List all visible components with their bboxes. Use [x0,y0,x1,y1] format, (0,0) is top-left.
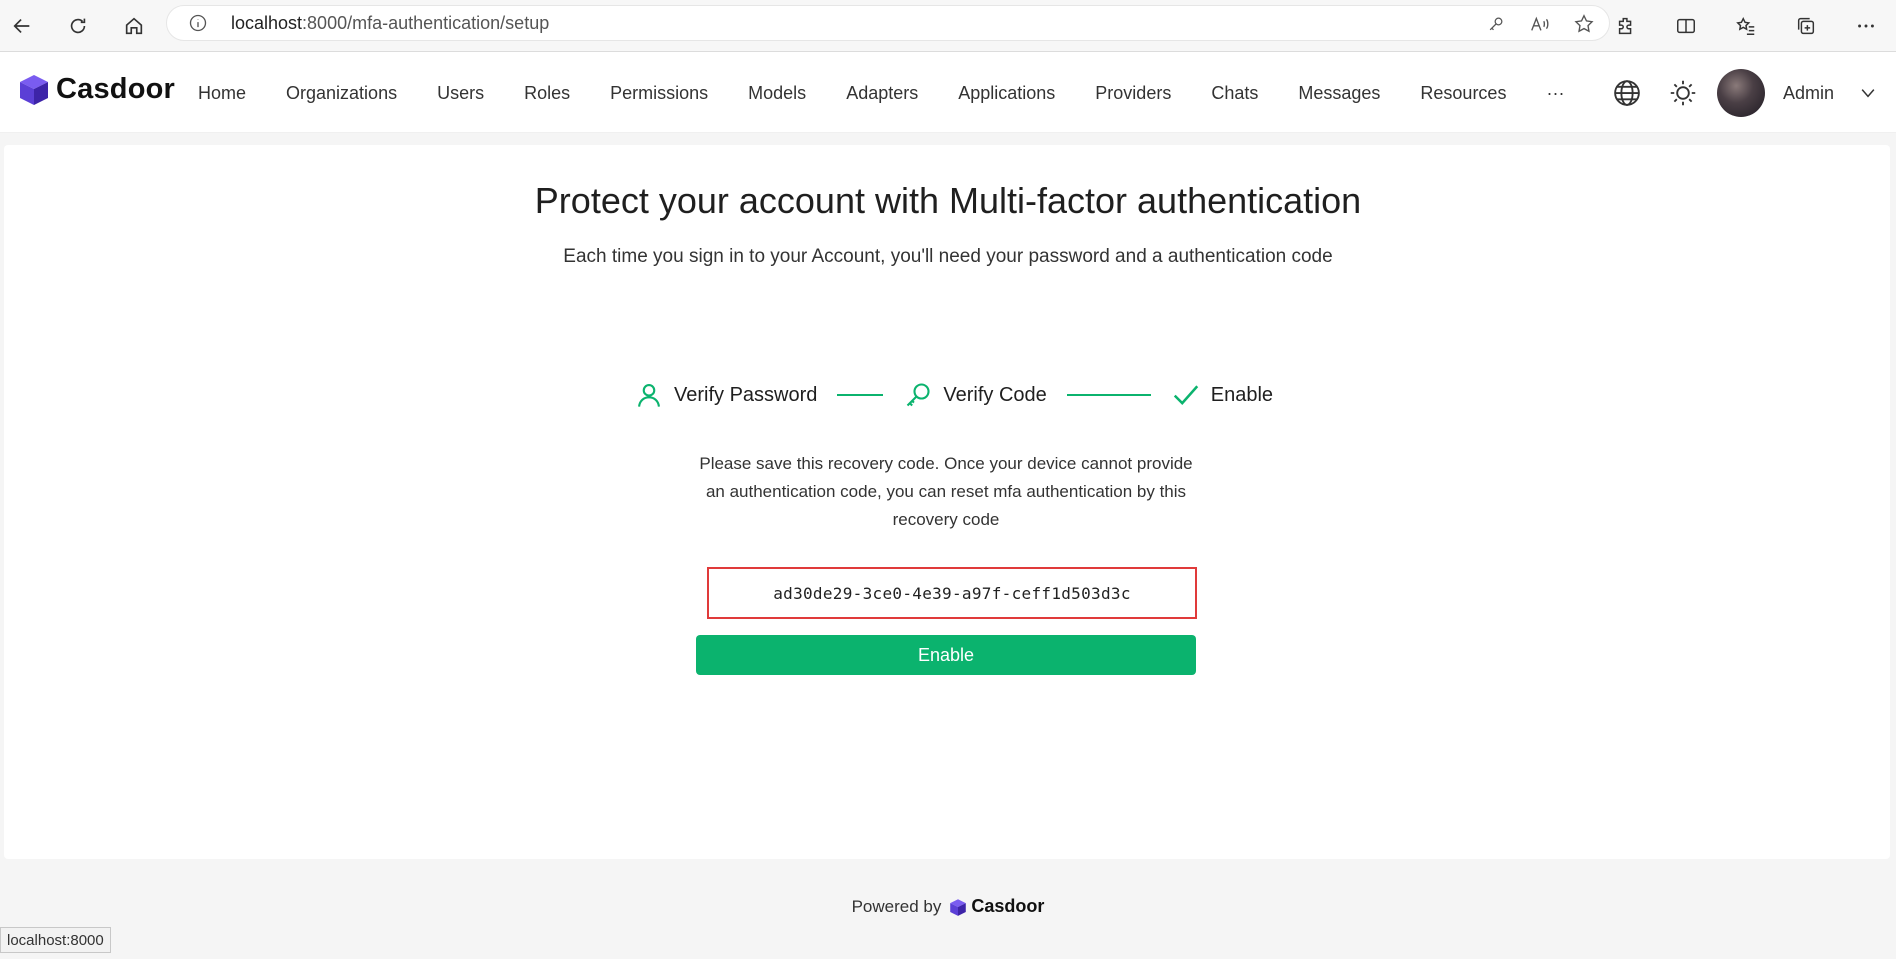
menu-item-providers[interactable]: Providers [1075,83,1191,104]
key-icon [903,380,933,410]
status-bar-url: localhost:8000 [0,927,111,953]
menu-item-home[interactable]: Home [178,83,266,104]
url-host: localhost [231,12,303,33]
chevron-down-icon[interactable] [1856,81,1880,105]
url-path: :8000/mfa-authentication/setup [302,12,550,33]
menu-item-adapters[interactable]: Adapters [826,83,938,104]
recovery-notice: Please save this recovery code. Once you… [699,454,1193,529]
page-title: Protect your account with Multi-factor a… [534,180,1362,221]
step-connector [837,394,884,396]
avatar[interactable] [1716,69,1765,117]
split-screen-icon[interactable] [1666,6,1706,46]
more-options-icon[interactable] [1846,6,1886,46]
theme-sun-icon[interactable] [1663,73,1703,113]
check-icon [1171,380,1201,410]
step-enable: Enable [1171,380,1273,410]
recovery-code[interactable]: ad30de29-3ce0-4e39-a97f-ceff1d503d3c [773,584,1131,603]
step-label: Verify Code [943,383,1047,406]
info-icon[interactable] [187,12,209,34]
recovery-code-box: ad30de29-3ce0-4e39-a97f-ceff1d503d3c [707,567,1197,619]
language-globe-icon[interactable] [1607,73,1647,113]
page-subtitle: Each time you sign in to your Account, y… [563,246,1333,267]
address-bar[interactable]: localhost:8000/mfa-authentication/setup [166,5,1610,41]
step-connector [1066,394,1151,396]
menu-item-resources[interactable]: Resources [1400,83,1526,104]
menu-item-organizations[interactable]: Organizations [266,83,417,104]
home-icon[interactable] [114,6,154,46]
user-icon [634,380,664,410]
main-menu: Home Organizations Users Roles Permissio… [178,53,1584,133]
step-label: Enable [1210,383,1274,406]
menu-item-chats[interactable]: Chats [1191,83,1278,104]
casdoor-cube-icon [20,75,48,105]
menu-item-messages[interactable]: Messages [1278,83,1400,104]
step-label: Verify Password [674,383,818,406]
favorites-icon[interactable] [1726,6,1766,46]
menu-item-applications[interactable]: Applications [938,83,1075,104]
key-icon[interactable] [1485,13,1507,35]
app-header: Casdoor Home Organizations Users Roles P… [0,53,1896,133]
footer: Powered by Casdoor [0,896,1896,917]
favorite-star-icon[interactable] [1573,13,1595,35]
footer-brand-name: Casdoor [971,896,1045,916]
read-aloud-icon[interactable] [1529,13,1551,35]
menu-item-roles[interactable]: Roles [504,83,590,104]
footer-logo[interactable]: Casdoor [949,896,1044,917]
casdoor-logo[interactable]: Casdoor [18,71,175,107]
menu-item-models[interactable]: Models [728,83,826,104]
refresh-icon[interactable] [58,6,98,46]
back-icon[interactable] [2,6,42,46]
step-verify-password: Verify Password [634,380,817,410]
menu-more-ellipsis[interactable]: ··· [1526,83,1584,104]
enable-button[interactable]: Enable [696,635,1196,675]
menu-item-users[interactable]: Users [417,83,504,104]
url-text[interactable]: localhost:8000/mfa-authentication/setup [231,13,549,34]
user-name[interactable]: Admin [1783,83,1834,104]
mfa-steps: Verify Password Verify Code Enable [634,378,1273,412]
collections-icon[interactable] [1786,6,1826,46]
brand-name: Casdoor [56,72,176,105]
casdoor-cube-icon [950,898,967,916]
browser-toolbar: localhost:8000/mfa-authentication/setup [0,0,1896,52]
menu-item-permissions[interactable]: Permissions [590,83,728,104]
powered-by-text: Powered by [851,896,942,916]
extensions-icon[interactable] [1606,6,1646,46]
step-verify-code: Verify Code [903,380,1047,410]
